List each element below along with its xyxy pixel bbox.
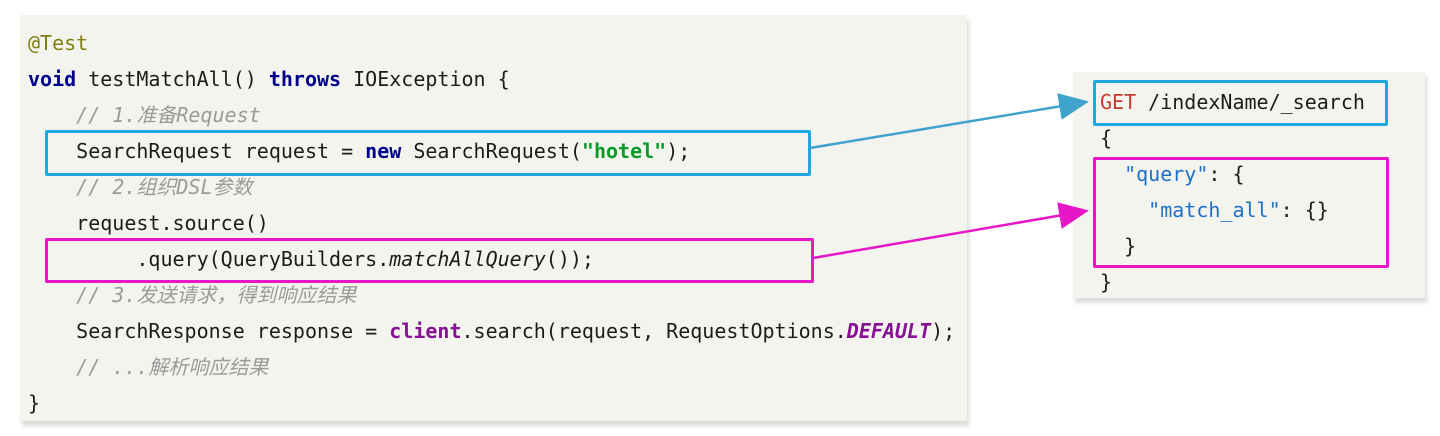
code-segment-plain: request.source() [28, 211, 269, 235]
code-segment-plain: /indexName/_search [1136, 90, 1365, 114]
code-segment-kw: throws [269, 67, 341, 91]
code-segment-ann: @Test [28, 31, 88, 55]
code-segment-plain: IOException { [341, 67, 510, 91]
code-segment-plain: .query(QueryBuilders. [28, 247, 389, 271]
dsl-code: GET /indexName/_search { "query": { "matc… [1073, 72, 1425, 300]
code-line: // ...解析响应结果 [28, 349, 967, 385]
code-segment-plain: { [1100, 126, 1112, 150]
code-segment-fld: client [389, 319, 461, 343]
dsl-code-panel: GET /indexName/_search { "query": { "matc… [1073, 72, 1425, 298]
code-segment-plain [1100, 162, 1124, 186]
code-segment-mth: matchAllQuery [389, 247, 546, 271]
code-segment-kw: new [365, 139, 401, 163]
code-line: // 3.发送请求，得到响应结果 [28, 277, 967, 313]
code-segment-cmt: // 3.发送请求，得到响应结果 [76, 283, 356, 307]
code-segment-plain [28, 355, 76, 379]
java-code: @Test void testMatchAll() throws IOExcept… [20, 15, 967, 421]
code-line: void testMatchAll() throws IOException { [28, 61, 967, 97]
code-segment-plain: } [1100, 234, 1136, 258]
code-segment-key: "match_all" [1148, 198, 1280, 222]
code-segment-plain: ); [931, 319, 955, 343]
code-line: SearchResponse response = client.search(… [28, 313, 967, 349]
code-segment-cmt: // ...解析响应结果 [76, 355, 268, 379]
code-segment-key: "query" [1124, 162, 1208, 186]
code-segment-plain: .search(request, RequestOptions. [461, 319, 846, 343]
java-code-panel: @Test void testMatchAll() throws IOExcept… [20, 15, 967, 421]
code-line: SearchRequest request = new SearchReques… [28, 133, 967, 169]
code-segment-plain: : {} [1281, 198, 1329, 222]
code-line: request.source() [28, 205, 967, 241]
code-segment-red: GET [1100, 90, 1136, 114]
code-segment-plain: SearchRequest( [401, 139, 582, 163]
code-segment-plain: SearchRequest request = [28, 139, 365, 163]
code-segment-plain: testMatchAll() [76, 67, 269, 91]
code-segment-cmt: // 2.组织DSL参数 [76, 175, 252, 199]
code-segment-str: "hotel" [582, 139, 666, 163]
code-segment-plain: ); [666, 139, 690, 163]
code-line: "query": { [1100, 156, 1425, 192]
code-line: // 1.准备Request [28, 97, 967, 133]
code-line: GET /indexName/_search [1100, 84, 1425, 120]
code-line: @Test [28, 25, 967, 61]
code-segment-plain: ()); [546, 247, 594, 271]
code-segment-kw: void [28, 67, 76, 91]
code-line: "match_all": {} [1100, 192, 1425, 228]
code-line: } [1100, 264, 1425, 300]
code-segment-cmt: // 1.准备Request [76, 103, 261, 127]
code-segment-plain: : { [1208, 162, 1244, 186]
code-segment-plain: } [1100, 270, 1112, 294]
code-line: .query(QueryBuilders.matchAllQuery()); [28, 241, 967, 277]
code-segment-plain [28, 175, 76, 199]
code-segment-plain [28, 283, 76, 307]
code-segment-plain [1100, 198, 1148, 222]
code-segment-plain: } [28, 391, 40, 415]
code-line: // 2.组织DSL参数 [28, 169, 967, 205]
code-line: { [1100, 120, 1425, 156]
code-line: } [28, 385, 967, 421]
code-segment-const: DEFAULT [847, 319, 931, 343]
code-line: } [1100, 228, 1425, 264]
code-segment-plain [28, 103, 76, 127]
code-segment-plain: SearchResponse response = [28, 319, 389, 343]
